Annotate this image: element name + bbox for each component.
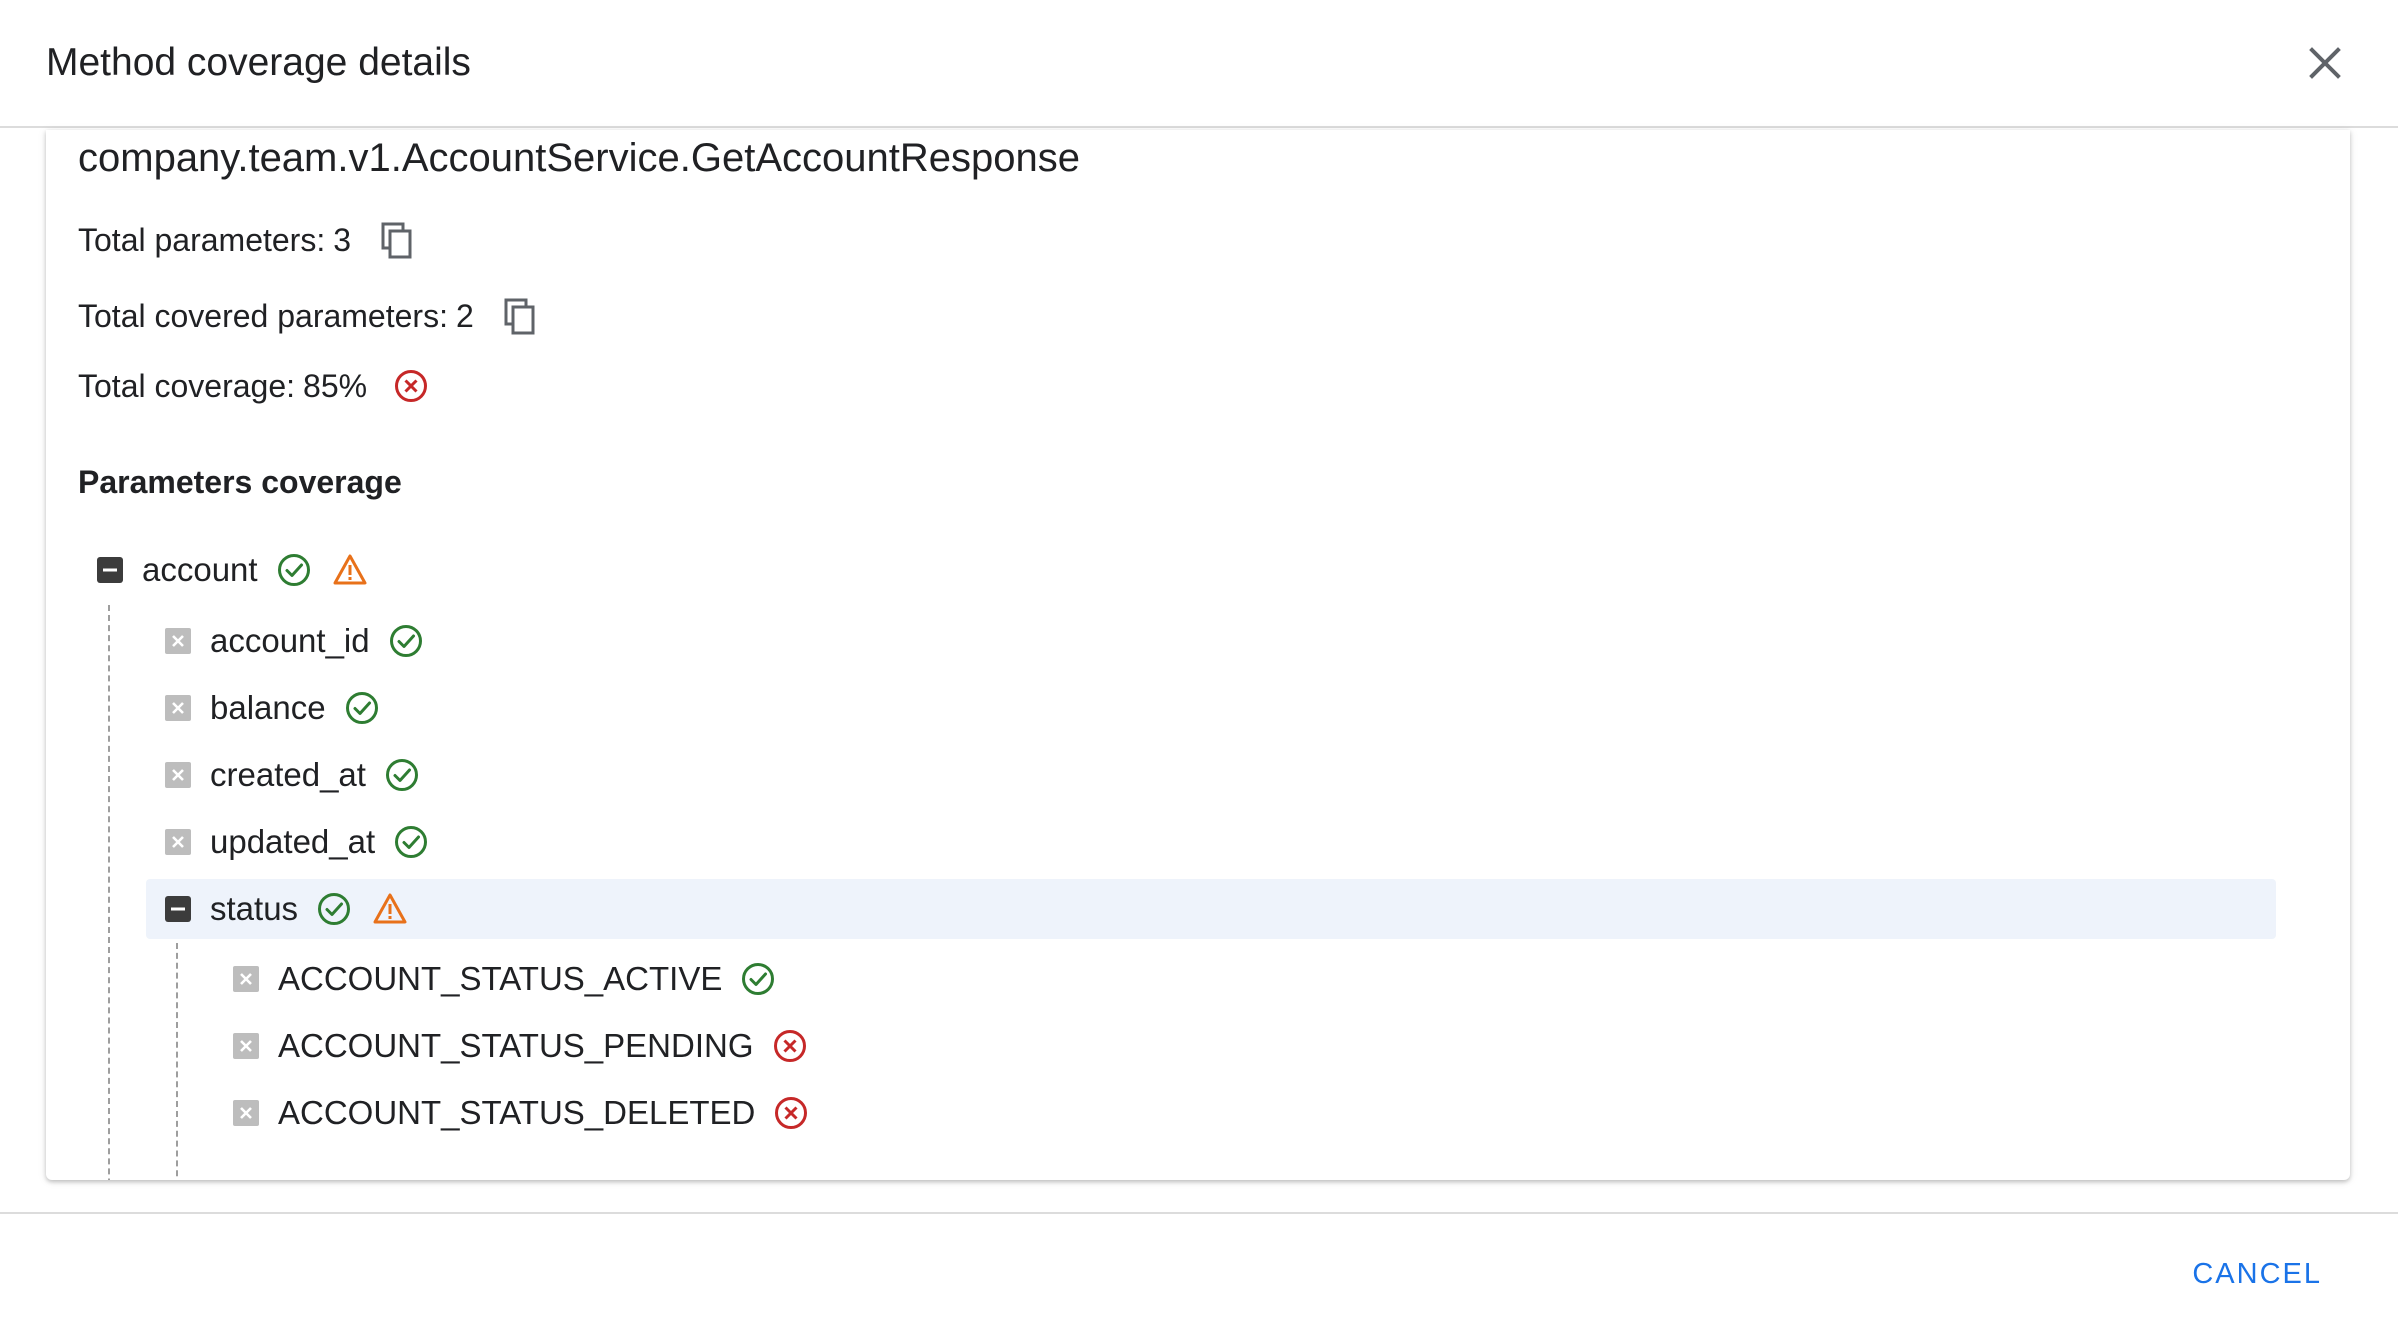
leaf-node-icon <box>165 762 191 788</box>
total-parameters-row: Total parameters: 3 <box>78 215 417 265</box>
collapse-icon[interactable] <box>96 556 124 584</box>
tree-node-account-status-pending[interactable]: ACCOUNT_STATUS_PENDING <box>232 1016 828 1076</box>
check-circle-icon <box>389 625 422 657</box>
total-coverage-row: Total coverage: 85% <box>78 361 449 411</box>
leaf-node-icon <box>233 1033 259 1059</box>
total-parameters-value: 3 <box>333 221 352 258</box>
tree-node-account-status-active[interactable]: ACCOUNT_STATUS_ACTIVE <box>232 949 796 1009</box>
error-circle-icon <box>775 1097 808 1129</box>
check-circle-icon <box>742 963 775 995</box>
tree-node-created-at[interactable]: created_at <box>164 745 440 805</box>
error-circle-icon <box>395 370 428 402</box>
tree-node-account[interactable]: account <box>96 540 388 600</box>
tree-node-label: account_id <box>210 622 370 659</box>
tree-node-label: created_at <box>210 756 366 793</box>
warning-icon <box>373 893 407 924</box>
total-parameters-label: Total parameters: <box>78 221 326 258</box>
tree-node-account-status-deleted[interactable]: ACCOUNT_STATUS_DELETED <box>232 1083 829 1143</box>
copy-icon[interactable] <box>377 220 417 260</box>
tree-node-updated-at[interactable]: updated_at <box>164 812 449 872</box>
cancel-button[interactable]: CANCEL <box>2192 1254 2322 1294</box>
tree-node-balance[interactable]: balance <box>164 678 400 738</box>
total-covered-value: 2 <box>455 297 474 334</box>
total-covered-row: Total covered parameters: 2 <box>78 291 540 341</box>
tree-node-label: ACCOUNT_STATUS_PENDING <box>278 1027 754 1064</box>
tree-node-label: ACCOUNT_STATUS_ACTIVE <box>278 960 723 997</box>
warning-icon <box>333 554 367 585</box>
leaf-node-icon <box>165 695 191 721</box>
leaf-node-icon <box>165 628 191 654</box>
tree-node-label: updated_at <box>210 823 376 860</box>
check-circle-icon <box>277 554 310 586</box>
tree-node-account-id[interactable]: account_id <box>164 611 444 671</box>
coverage-card: company.team.v1.AccountService.GetAccoun… <box>46 130 2350 1180</box>
check-circle-icon <box>385 759 418 791</box>
tree-guide-line <box>108 605 110 1180</box>
total-coverage-value: 85% <box>303 367 368 404</box>
leaf-node-icon <box>233 966 259 992</box>
tree-guide-line <box>176 943 178 1180</box>
dialog-footer: CANCEL <box>0 1212 2398 1320</box>
collapse-icon[interactable] <box>164 895 192 923</box>
total-covered-label: Total covered parameters: <box>78 297 448 334</box>
close-button[interactable] <box>2300 38 2350 88</box>
check-circle-icon <box>345 692 378 724</box>
tree-node-label: status <box>210 890 299 927</box>
close-icon <box>2309 47 2341 79</box>
tree-node-label: account <box>142 551 258 588</box>
tree-node-label: ACCOUNT_STATUS_DELETED <box>278 1094 756 1131</box>
dialog-title: Method coverage details <box>46 41 471 84</box>
tree-node-status[interactable]: status <box>146 879 2276 939</box>
leaf-node-icon <box>233 1100 259 1126</box>
message-name: company.team.v1.AccountService.GetAccoun… <box>78 136 1080 180</box>
copy-icon[interactable] <box>500 296 540 336</box>
total-coverage-label: Total coverage: <box>78 367 296 404</box>
leaf-node-icon <box>165 829 191 855</box>
tree-node-label: balance <box>210 689 326 726</box>
check-circle-icon <box>318 893 351 925</box>
error-circle-icon <box>773 1030 806 1062</box>
dialog-header: Method coverage details <box>0 0 2398 128</box>
parameters-coverage-title: Parameters coverage <box>78 464 402 500</box>
method-coverage-dialog: Method coverage details company.team.v1.… <box>0 0 2398 1320</box>
check-circle-icon <box>395 826 428 858</box>
